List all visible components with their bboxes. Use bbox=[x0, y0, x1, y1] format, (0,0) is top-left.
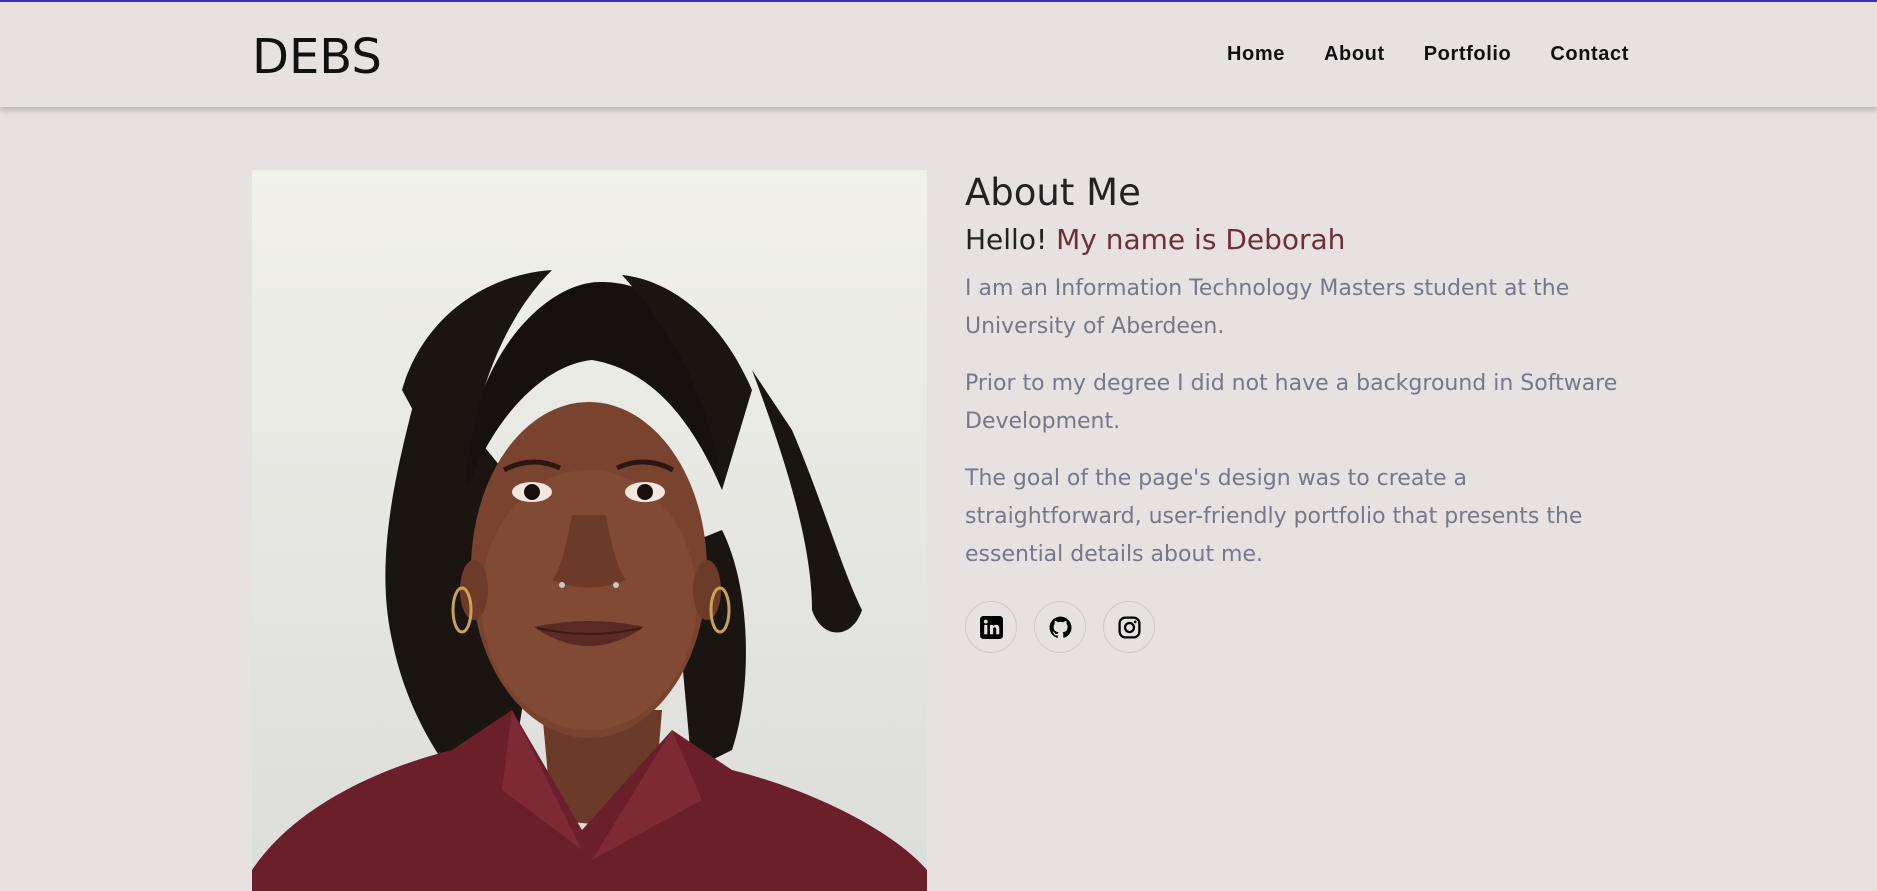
brand-logo[interactable]: DEBS bbox=[252, 28, 382, 86]
social-links bbox=[965, 601, 1635, 653]
instagram-button[interactable] bbox=[1103, 601, 1155, 653]
nav-links: Home About Portfolio Contact bbox=[1227, 42, 1629, 66]
about-title: About Me bbox=[965, 171, 1141, 214]
nav-home-link[interactable]: Home bbox=[1227, 42, 1285, 66]
profile-portrait-illustration bbox=[252, 270, 927, 891]
nav-portfolio-link[interactable]: Portfolio bbox=[1424, 42, 1512, 66]
about-paragraph-1: I am an Information Technology Masters s… bbox=[965, 276, 1570, 339]
github-button[interactable] bbox=[1034, 601, 1086, 653]
instagram-icon bbox=[1117, 615, 1141, 639]
greeting-prefix: Hello! bbox=[965, 223, 1048, 256]
linkedin-icon bbox=[979, 615, 1003, 639]
about-paragraph-2: Prior to my degree I did not have a back… bbox=[965, 371, 1618, 434]
navbar: DEBS Home About Portfolio Contact bbox=[0, 2, 1877, 107]
nav-contact-link[interactable]: Contact bbox=[1550, 42, 1629, 66]
github-icon bbox=[1049, 616, 1072, 638]
nav-about-link[interactable]: About bbox=[1324, 42, 1385, 66]
about-section: About Me Hello! My name is Deborah I am … bbox=[965, 170, 1635, 653]
about-paragraph-3: The goal of the page's design was to cre… bbox=[965, 466, 1583, 567]
linkedin-button[interactable] bbox=[965, 601, 1017, 653]
profile-photo bbox=[252, 170, 927, 891]
greeting-heading: Hello! My name is Deborah bbox=[965, 222, 1635, 258]
greeting-name: My name is Deborah bbox=[1056, 223, 1346, 256]
